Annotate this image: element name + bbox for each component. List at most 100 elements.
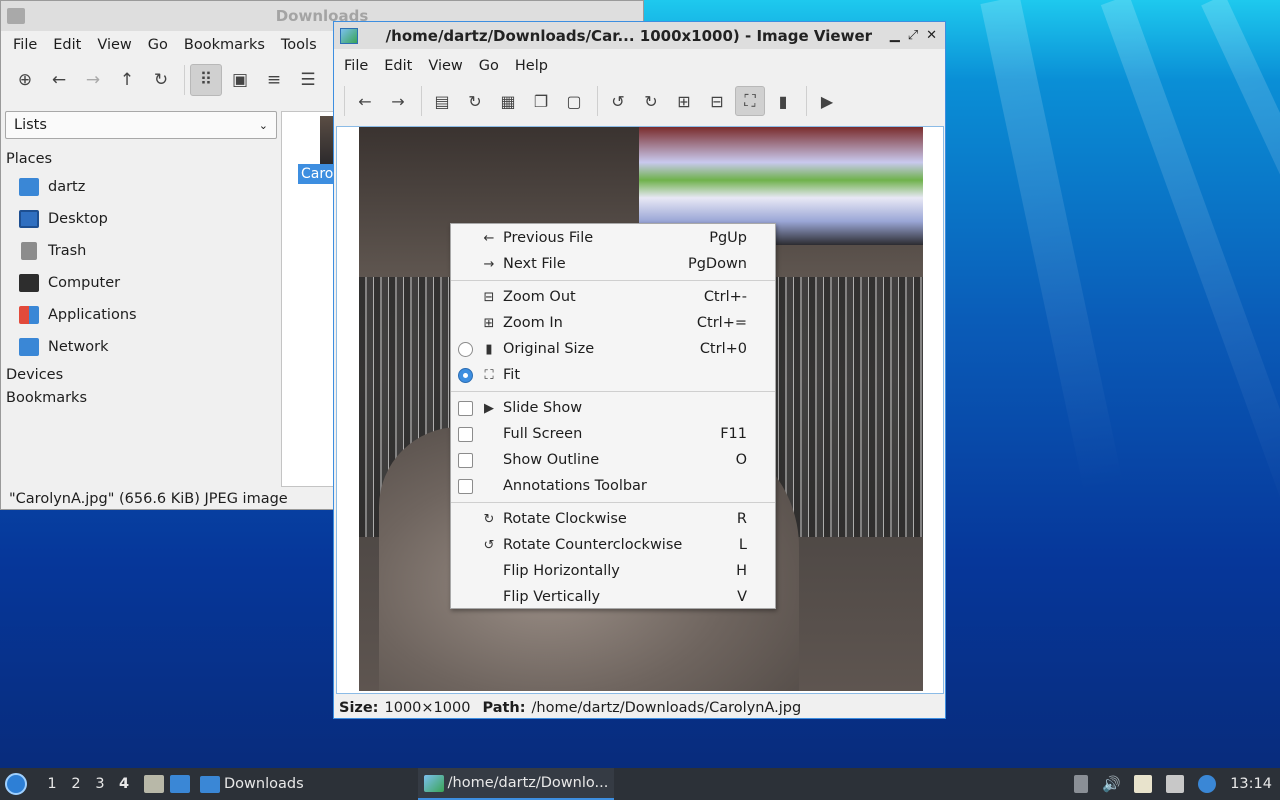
menu-item-annotations-toolbar[interactable]: Annotations Toolbar	[451, 473, 775, 499]
menu-item-slide-show[interactable]: ▶ Slide Show	[451, 395, 775, 421]
image-viewer-titlebar[interactable]: /home/dartz/Downloads/Car... 1000x1000) …	[334, 22, 945, 49]
light-ray	[980, 0, 1124, 494]
task-image-viewer[interactable]: /home/dartz/Downlo...	[417, 768, 615, 800]
zoom-in-icon[interactable]: ⊞	[669, 86, 699, 116]
next-file-icon[interactable]: →	[383, 86, 413, 116]
previous-file-icon[interactable]: ←	[350, 86, 380, 116]
task-downloads[interactable]: Downloads	[194, 768, 310, 800]
menu-item-zoom-in[interactable]: ⊞ Zoom In Ctrl+=	[451, 310, 775, 336]
volume-icon[interactable]: 🔊	[1102, 775, 1121, 793]
reload-icon[interactable]: ↻	[145, 64, 177, 96]
update-notifier-icon[interactable]	[1198, 775, 1217, 793]
folder-view[interactable]: Caro	[281, 111, 341, 487]
place-item-desktop[interactable]: Desktop	[5, 203, 277, 235]
menu-item-shortcut: Ctrl+=	[696, 315, 747, 331]
menu-separator	[451, 391, 775, 392]
tray-expand-icon[interactable]	[1074, 775, 1089, 793]
workspace-1[interactable]: 1	[40, 776, 64, 792]
place-item-trash[interactable]: Trash	[5, 235, 277, 267]
menu-separator	[451, 280, 775, 281]
new-tab-icon[interactable]: ⊕	[9, 64, 41, 96]
iv-menu-go[interactable]: Go	[471, 58, 507, 74]
bookmarks-heading[interactable]: Bookmarks	[5, 386, 277, 409]
checkbox[interactable]	[458, 452, 473, 468]
place-item-applications[interactable]: Applications	[5, 299, 277, 331]
workspace-2[interactable]: 2	[64, 776, 88, 792]
minimize-icon[interactable]: ▁	[890, 28, 900, 43]
iv-menu-edit[interactable]: Edit	[376, 58, 420, 74]
menu-item-fit[interactable]: ⛶ Fit	[451, 362, 775, 388]
menu-item-label: Show Outline	[503, 452, 600, 468]
file-manager-launcher-icon[interactable]	[144, 775, 164, 793]
fm-menu-view[interactable]: View	[89, 37, 139, 53]
fm-menu-edit[interactable]: Edit	[45, 37, 89, 53]
workspace-3[interactable]: 3	[88, 776, 112, 792]
menu-item-show-outline[interactable]: Show Outline O	[451, 447, 775, 473]
fm-menu-bookmarks[interactable]: Bookmarks	[176, 37, 273, 53]
path-label: Path:	[482, 700, 526, 716]
radio-button[interactable]	[458, 367, 473, 383]
radio-button[interactable]	[458, 341, 473, 357]
menu-item-shortcut: L	[738, 537, 747, 553]
clock[interactable]: 13:14	[1230, 776, 1272, 792]
menu-item-flip-vertically[interactable]: Flip Vertically V	[451, 584, 775, 610]
selected-file-label[interactable]: Caro	[298, 164, 338, 184]
menu-item-shortcut: Ctrl+-	[703, 289, 747, 305]
menu-item-next-file[interactable]: → Next File PgDown	[451, 251, 775, 277]
side-pane-mode-select[interactable]: Lists ⌄	[5, 111, 277, 139]
iv-menu-file[interactable]: File	[336, 58, 376, 74]
close-icon[interactable]: ✕	[926, 28, 937, 43]
thumbnail-view-icon[interactable]: ▣	[224, 64, 256, 96]
menu-item-shortcut: PgUp	[709, 230, 747, 246]
save-as-icon[interactable]: ❐	[526, 86, 556, 116]
iv-menu-help[interactable]: Help	[507, 58, 556, 74]
checkbox[interactable]	[458, 426, 473, 442]
up-arrow-icon[interactable]: ↑	[111, 64, 143, 96]
menu-item-zoom-out[interactable]: ⊟ Zoom Out Ctrl+-	[451, 284, 775, 310]
save-icon[interactable]: ▦	[493, 86, 523, 116]
menu-item-label: Fit	[503, 367, 520, 383]
place-item-computer[interactable]: Computer	[5, 267, 277, 299]
slideshow-play-icon[interactable]: ▶	[812, 86, 842, 116]
icon-view-icon[interactable]: ⠿	[190, 64, 222, 96]
image-viewer-statusbar: Size: 1000×1000 Path: /home/dartz/Downlo…	[339, 700, 801, 716]
place-item-network[interactable]: Network	[5, 331, 277, 363]
place-item-dartz[interactable]: dartz	[5, 171, 277, 203]
places-heading: Places	[6, 151, 53, 167]
menu-item-flip-horizontally[interactable]: Flip Horizontally H	[451, 558, 775, 584]
back-arrow-icon[interactable]: ←	[43, 64, 75, 96]
clipboard-icon[interactable]	[1134, 775, 1153, 793]
fm-menu-go[interactable]: Go	[140, 37, 176, 53]
maximize-icon[interactable]: ⤢	[908, 28, 918, 43]
menu-item-previous-file[interactable]: ← Previous File PgUp	[451, 225, 775, 251]
paste-icon[interactable]: ▢	[559, 86, 589, 116]
zoom-out-icon[interactable]: ⊟	[702, 86, 732, 116]
iv-menu-view[interactable]: View	[420, 58, 470, 74]
original-size-icon[interactable]: ▮	[768, 86, 798, 116]
detailed-list-view-icon[interactable]: ☰	[292, 64, 324, 96]
menu-item-original-size[interactable]: ▮ Original Size Ctrl+0	[451, 336, 775, 362]
workspace-4[interactable]: 4	[112, 776, 136, 792]
rotate-clockwise-icon[interactable]: ↻	[636, 86, 666, 116]
open-file-icon[interactable]: ▤	[427, 86, 457, 116]
system-tray: 🔊 13:14	[1074, 768, 1272, 800]
zoom-in-icon: ⊞	[483, 315, 495, 331]
fm-menu-file[interactable]: File	[5, 37, 45, 53]
desktop-launcher-icon[interactable]	[170, 775, 190, 793]
forward-arrow-icon[interactable]: →	[77, 64, 109, 96]
menu-item-full-screen[interactable]: Full Screen F11	[451, 421, 775, 447]
fit-icon[interactable]: ⛶	[735, 86, 765, 116]
devices-heading[interactable]: Devices	[5, 363, 277, 386]
menu-item-rotate-counterclockwise[interactable]: ↺ Rotate Counterclockwise L	[451, 532, 775, 558]
reload-icon[interactable]: ↻	[460, 86, 490, 116]
file-manager-statusbar: "CarolynA.jpg" (656.6 KiB) JPEG image	[9, 491, 288, 507]
computer-icon	[19, 274, 39, 292]
network-icon[interactable]	[1166, 775, 1185, 793]
menu-item-rotate-clockwise[interactable]: ↻ Rotate Clockwise R	[451, 506, 775, 532]
compact-view-icon[interactable]: ≡	[258, 64, 290, 96]
checkbox[interactable]	[458, 400, 473, 416]
rotate-counterclockwise-icon[interactable]: ↺	[603, 86, 633, 116]
start-menu-icon[interactable]	[5, 773, 27, 795]
fm-menu-tools[interactable]: Tools	[273, 37, 325, 53]
checkbox[interactable]	[458, 478, 473, 494]
